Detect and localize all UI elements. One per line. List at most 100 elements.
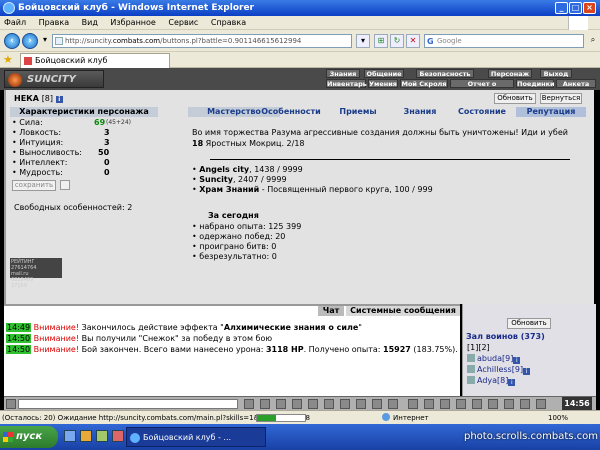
quicklaunch-icon[interactable]: [96, 430, 108, 442]
tab-state[interactable]: Состояние: [452, 107, 512, 117]
nav-exit[interactable]: Выход: [540, 69, 572, 78]
clear-icon[interactable]: [260, 399, 270, 409]
nav-transfer-report[interactable]: Отчет о переводах: [450, 79, 514, 97]
suncity-logo: SUNCITY: [4, 70, 104, 88]
windows-flag-icon: [568, 16, 588, 30]
search-input[interactable]: G Google: [424, 34, 584, 48]
stat-intellect: • Интеллект: 0: [12, 158, 110, 167]
menu-favorites[interactable]: Избранное: [110, 18, 155, 27]
save-button[interactable]: сохранить: [12, 180, 56, 191]
favicon-icon: [24, 57, 32, 65]
stat-intuition: • Интуиция: 3: [12, 138, 110, 147]
menu-tools[interactable]: Сервис: [168, 18, 198, 27]
menu-help[interactable]: Справка: [211, 18, 246, 27]
windows-flag-icon: [3, 432, 13, 442]
url-input[interactable]: http://suncity.combats.com/buttons.pl?ba…: [52, 34, 352, 48]
minimize-icon[interactable]: _: [555, 2, 568, 14]
save-checkbox[interactable]: [60, 180, 70, 190]
rating-counter: РЕЙТИНГ 27614764 mail.ru 6818469 27159: [10, 258, 62, 289]
friends-icon[interactable]: [488, 399, 498, 409]
stat-wisdom: • Мудрость: 0: [12, 168, 110, 177]
nav-inventory[interactable]: Инвентарь: [326, 79, 367, 88]
chat-panel: 14:49 Внимание! Закончилось действие эфф…: [4, 304, 460, 396]
info-icon[interactable]: i: [55, 96, 63, 103]
page-links[interactable]: [1][2]: [467, 343, 490, 352]
tab-chat[interactable]: Чат: [318, 306, 344, 316]
tab-features[interactable]: Особенности: [256, 107, 326, 117]
back-icon[interactable]: ‹: [4, 33, 20, 49]
refresh-button[interactable]: Обновить: [494, 93, 536, 104]
stop-icon[interactable]: ✕: [406, 34, 420, 48]
nav-character[interactable]: Персонаж: [488, 69, 532, 78]
player-row[interactable]: Adya[8] i: [467, 376, 516, 386]
nav-skills[interactable]: Умения: [368, 79, 398, 88]
nav-communication[interactable]: Общение: [364, 69, 404, 78]
chat-tabs: Чат Системные сообщения: [318, 306, 462, 316]
window-title-bar: Бойцовский клуб - Windows Internet Explo…: [0, 0, 600, 16]
filter-icon[interactable]: [276, 399, 286, 409]
nav-my-scroll[interactable]: Мой Скроля: [400, 79, 448, 88]
chat-message: 14:50 Внимание! Вы получили "Снежок" за …: [6, 334, 273, 343]
start-button[interactable]: пуск: [0, 426, 58, 448]
help-icon[interactable]: [520, 399, 530, 409]
nav-battles[interactable]: Поединки: [516, 79, 555, 88]
status-bar: (Осталось: 20) Ожидание http://suncity.c…: [0, 410, 600, 424]
nav-profile[interactable]: Анкета: [556, 79, 596, 88]
divider: [210, 159, 570, 160]
tab-reputation[interactable]: Репутация: [516, 107, 586, 117]
info-icon[interactable]: i: [523, 368, 531, 375]
scroll-icon[interactable]: [372, 399, 382, 409]
daily-losses: • проиграно битв: 0: [192, 242, 277, 251]
quicklaunch-icon[interactable]: [80, 430, 92, 442]
refresh-icon[interactable]: ↻: [390, 34, 404, 48]
forward-icon[interactable]: ›: [22, 33, 38, 49]
sword-icon[interactable]: [292, 399, 302, 409]
info-icon[interactable]: i: [513, 357, 521, 364]
tab-techniques[interactable]: Приемы: [328, 107, 388, 117]
sound-icon[interactable]: [308, 399, 318, 409]
gift-icon[interactable]: [440, 399, 450, 409]
today-title: За сегодня: [208, 211, 259, 220]
chat-mode-icon[interactable]: [6, 399, 16, 409]
sidebar-refresh-button[interactable]: Обновить: [507, 318, 551, 329]
smiley-icon[interactable]: [356, 399, 366, 409]
settings-icon[interactable]: [504, 399, 514, 409]
taskbar-item-ie[interactable]: Бойцовский клуб - ...: [126, 427, 266, 447]
dropdown-icon[interactable]: ▾: [356, 34, 370, 48]
menu-edit[interactable]: Правка: [39, 18, 69, 27]
music-icon[interactable]: [324, 399, 334, 409]
tab-knowledge[interactable]: Знания: [390, 107, 450, 117]
map-icon[interactable]: [424, 399, 434, 409]
nav-knowledge[interactable]: Знания: [326, 69, 360, 78]
tab-bar: ★ Бойцовский клуб: [0, 52, 600, 68]
quicklaunch-icon[interactable]: [112, 430, 124, 442]
online-sidebar: Обновить Зал воинов (373) [1][2] abuda[9…: [462, 304, 596, 396]
player-row[interactable]: abuda[9] i: [467, 354, 521, 364]
tab-combats[interactable]: Бойцовский клуб: [20, 53, 170, 68]
maximize-icon[interactable]: □: [569, 2, 582, 14]
menu-file[interactable]: Файл: [4, 18, 26, 27]
return-button[interactable]: Вернуться: [540, 93, 582, 104]
translit-icon[interactable]: [340, 399, 350, 409]
mail-icon[interactable]: [472, 399, 482, 409]
quicklaunch-icon[interactable]: [64, 430, 76, 442]
chat-input[interactable]: [18, 399, 238, 409]
send-icon[interactable]: [244, 399, 254, 409]
char-stats-header: Характеристики персонажа: [10, 107, 158, 117]
history-dropdown-icon[interactable]: ▾: [38, 34, 52, 48]
player-row[interactable]: Achilless[9] i: [467, 365, 531, 375]
rss-icon[interactable]: ⊞: [374, 34, 388, 48]
zoom-level[interactable]: 100%: [548, 411, 568, 425]
nav-security[interactable]: Безопасность: [416, 69, 474, 78]
hall-name: Зал воинов (373): [466, 332, 545, 341]
menu-view[interactable]: Вид: [82, 18, 98, 27]
book-icon[interactable]: [456, 399, 466, 409]
close-icon[interactable]: ×: [583, 2, 596, 14]
tab-system-messages[interactable]: Системные сообщения: [346, 306, 460, 316]
bank-icon[interactable]: [536, 399, 546, 409]
search-go-icon[interactable]: ⌕: [586, 34, 600, 48]
lock-icon[interactable]: [388, 399, 398, 409]
info-icon[interactable]: i: [508, 379, 516, 386]
bag-icon[interactable]: [408, 399, 418, 409]
favorites-star-icon[interactable]: ★: [3, 54, 13, 65]
